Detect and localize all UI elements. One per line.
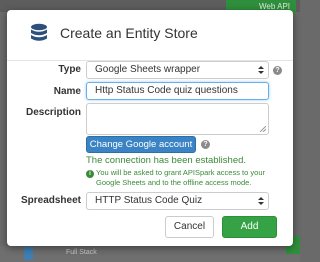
description-label: Description: [25, 107, 81, 118]
database-icon: [31, 23, 47, 41]
name-input-value: Http Status Code quiz questions: [95, 85, 238, 96]
create-entity-store-dialog: Create an Entity Store Type Google Sheet…: [7, 10, 293, 246]
connection-status-text: The connection has been established.: [86, 155, 247, 166]
name-label: Name: [53, 86, 81, 97]
name-input[interactable]: Http Status Code quiz questions: [86, 82, 269, 100]
cancel-button[interactable]: Cancel: [165, 216, 214, 238]
type-label: Type: [58, 64, 81, 75]
select-arrows-icon: [258, 66, 264, 74]
select-arrows-icon: [258, 197, 264, 205]
resize-handle-icon[interactable]: [260, 126, 266, 132]
background-file-icon: [24, 247, 33, 260]
type-select[interactable]: Google Sheets wrapper: [86, 61, 269, 79]
google-help-icon[interactable]: ?: [201, 140, 210, 149]
spreadsheet-select-value: HTTP Status Code Quiz: [95, 195, 203, 206]
spreadsheet-label: Spreadsheet: [20, 195, 81, 206]
info-icon: i: [86, 170, 94, 178]
access-info-text: You will be asked to grant APISpark acce…: [96, 168, 265, 187]
background-full-stack-label: Full Stack: [66, 249, 97, 256]
add-button[interactable]: Add: [222, 216, 277, 238]
description-textarea[interactable]: [86, 103, 269, 135]
dialog-title: Create an Entity Store: [60, 25, 198, 41]
dialog-header: Create an Entity Store: [7, 10, 293, 61]
change-google-account-button[interactable]: Change Google account: [86, 136, 196, 153]
type-select-value: Google Sheets wrapper: [95, 64, 201, 75]
background-footer: [0, 246, 300, 262]
type-help-icon[interactable]: ?: [273, 66, 282, 75]
spreadsheet-select[interactable]: HTTP Status Code Quiz: [86, 192, 269, 210]
